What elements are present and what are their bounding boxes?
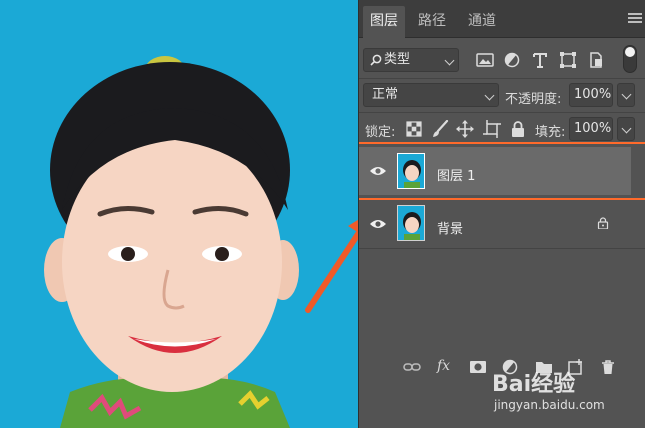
panel-menu-icon[interactable] [628, 13, 642, 25]
divider [359, 248, 645, 249]
image-filter-icon[interactable] [475, 51, 495, 69]
lock-move-icon[interactable] [456, 120, 474, 138]
tab-channels[interactable]: 通道 [459, 6, 505, 38]
tab-layers[interactable]: 图层 [363, 6, 405, 38]
divider [359, 112, 645, 113]
lock-all-icon[interactable] [509, 120, 527, 138]
chevron-down-icon [621, 123, 632, 134]
layer-row-1[interactable]: 图层 1 [359, 147, 631, 195]
blend-mode-value: 正常 [372, 87, 399, 102]
fill-dropdown-button[interactable] [617, 117, 635, 141]
watermark: Bai经验 jingyan.baidu.com [492, 366, 642, 426]
layer-name: 图层 1 [437, 169, 476, 184]
eye-icon[interactable] [369, 165, 387, 177]
eye-icon[interactable] [369, 218, 387, 230]
opacity-input[interactable]: 100% [569, 83, 613, 107]
lock-icon [597, 217, 609, 229]
opacity-dropdown-button[interactable] [617, 83, 635, 107]
fill-label: 填充: [535, 125, 566, 140]
watermark-logo: Bai经验 [492, 372, 576, 397]
layer-filter-select[interactable]: 类型 [363, 48, 459, 72]
lock-label: 锁定: [365, 125, 396, 140]
divider [359, 78, 645, 79]
lock-artboard-icon[interactable] [483, 120, 501, 138]
filter-toggle[interactable] [623, 45, 637, 73]
filter-type-label: 类型 [384, 52, 411, 67]
link-icon[interactable] [403, 359, 421, 375]
lock-pixels-icon[interactable] [405, 120, 423, 138]
mask-icon[interactable] [469, 359, 487, 375]
layer-row-background[interactable]: 背景 [359, 201, 631, 249]
chevron-down-icon [444, 55, 455, 66]
panel-tabs: 图层 路径 通道 [359, 0, 645, 38]
watermark-url: jingyan.baidu.com [494, 398, 605, 412]
chevron-down-icon [484, 90, 495, 101]
layer-name: 背景 [437, 222, 464, 237]
blend-mode-select[interactable]: 正常 [363, 83, 499, 107]
tab-paths[interactable]: 路径 [411, 6, 453, 38]
opacity-label: 不透明度: [505, 92, 562, 107]
search-icon [370, 54, 382, 66]
lock-paint-icon[interactable] [431, 120, 449, 138]
layer-style-icon[interactable]: fx [437, 358, 450, 374]
layer-thumbnail [397, 205, 425, 241]
type-filter-icon[interactable] [530, 51, 550, 69]
layer-thumbnail [397, 153, 425, 189]
smart-object-filter-icon[interactable] [586, 51, 606, 69]
fill-input[interactable]: 100% [569, 117, 613, 141]
chevron-down-icon [621, 89, 632, 100]
adjustment-filter-icon[interactable] [502, 51, 522, 69]
layers-panel: 图层 路径 通道 类型 正常 不透明度: 100% 锁定: 填充: 100% 图… [358, 0, 645, 428]
shape-filter-icon[interactable] [558, 51, 578, 69]
